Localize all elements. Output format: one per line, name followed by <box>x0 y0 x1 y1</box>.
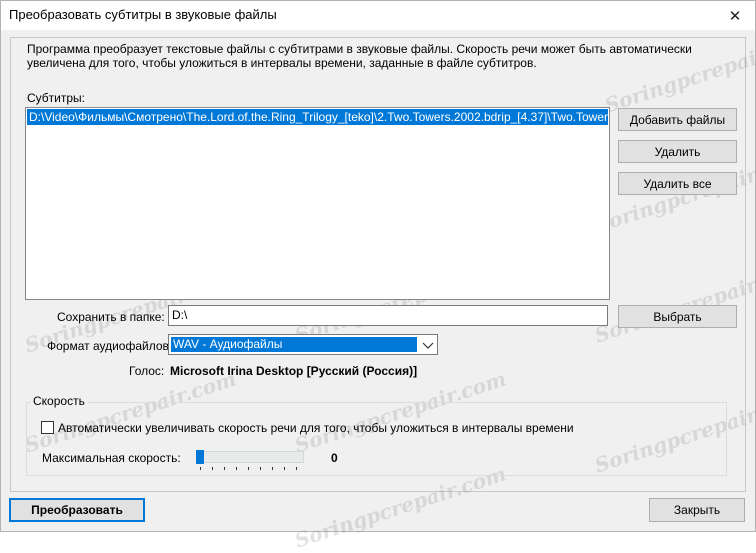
close-window-icon[interactable]: ✕ <box>715 1 755 30</box>
slider-tick <box>212 467 213 470</box>
max-speed-label: Максимальная скорость: <box>42 451 181 465</box>
audio-format-label: Формат аудиофайлов: <box>47 339 173 353</box>
slider-thumb[interactable] <box>196 450 204 464</box>
title-bar[interactable]: Преобразовать субтитры в звуковые файлы … <box>1 1 755 30</box>
description-text: Программа преобразует текстовые файлы с … <box>27 42 692 70</box>
slider-tick <box>224 467 225 470</box>
audio-format-selected: WAV - Аудиофайлы <box>171 337 417 352</box>
audio-format-select[interactable]: WAV - Аудиофайлы <box>168 334 438 355</box>
speed-group-title: Скорость <box>30 394 88 408</box>
slider-tick <box>248 467 249 470</box>
auto-speed-checkbox[interactable] <box>41 421 54 434</box>
max-speed-slider[interactable] <box>197 451 304 463</box>
remove-button[interactable]: Удалить <box>618 140 737 163</box>
voice-value: Microsoft Irina Desktop [Русский (Россия… <box>170 364 418 378</box>
slider-tick <box>236 467 237 470</box>
browse-button[interactable]: Выбрать <box>618 305 737 328</box>
window-title: Преобразовать субтитры в звуковые файлы <box>9 7 277 22</box>
remove-all-button[interactable]: Удалить все <box>618 172 737 195</box>
close-button[interactable]: Закрыть <box>649 498 745 522</box>
save-folder-input[interactable]: D:\ <box>168 305 608 326</box>
save-folder-label: Сохранить в папке: <box>57 310 165 324</box>
subtitles-label: Субтитры: <box>27 91 86 105</box>
auto-speed-label[interactable]: Автоматически увеличивать скорость речи … <box>58 421 574 435</box>
slider-tick <box>272 467 273 470</box>
subtitles-listbox[interactable]: D:\Video\Фильмы\Смотрено\The.Lord.of.the… <box>25 107 610 300</box>
slider-tick <box>200 467 201 470</box>
slider-tick <box>296 467 297 470</box>
add-files-button[interactable]: Добавить файлы <box>618 108 737 131</box>
voice-label: Голос: <box>129 364 165 378</box>
convert-button[interactable]: Преобразовать <box>9 498 145 522</box>
slider-tick <box>284 467 285 470</box>
chevron-down-icon[interactable] <box>422 339 434 353</box>
slider-tick <box>260 467 261 470</box>
list-item[interactable]: D:\Video\Фильмы\Смотрено\The.Lord.of.the… <box>27 109 608 125</box>
max-speed-value: 0 <box>331 451 338 465</box>
